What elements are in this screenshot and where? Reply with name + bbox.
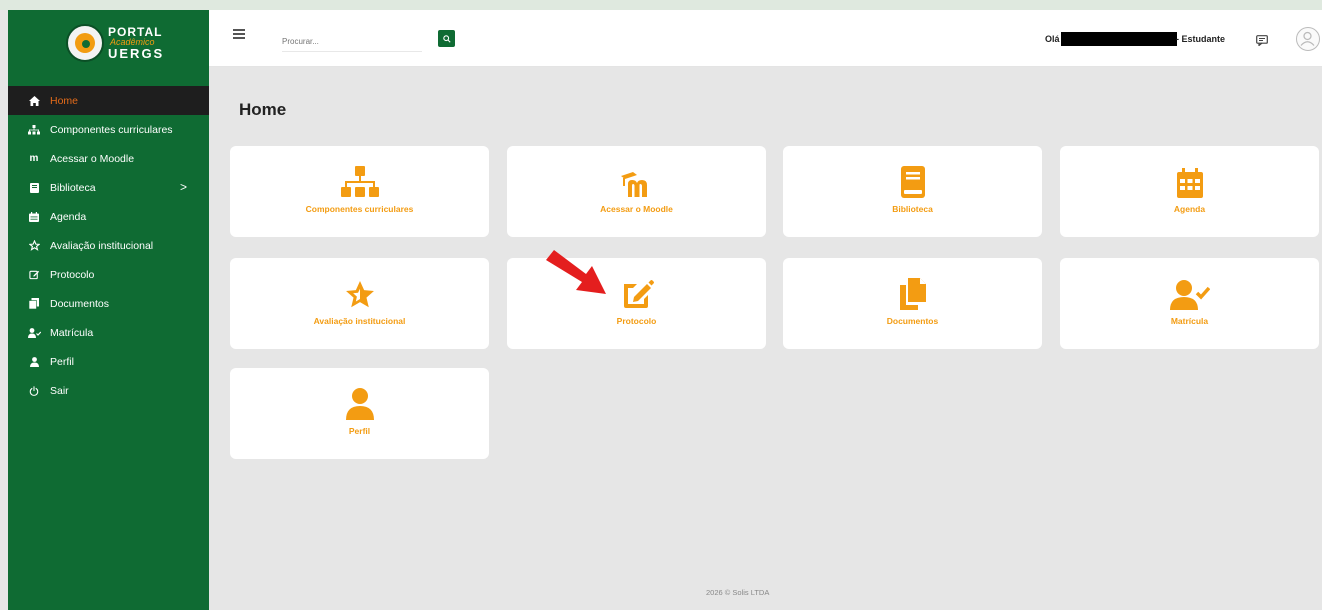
sidebar-item-moodle[interactable]: m Acessar o Moodle: [8, 144, 209, 173]
card-label: Protocolo: [616, 316, 657, 326]
calendar-icon: [27, 211, 41, 222]
power-icon: [27, 385, 41, 396]
book-icon: [900, 166, 925, 198]
star-icon: [27, 240, 41, 251]
hamburger-menu-icon[interactable]: [233, 29, 245, 39]
moodle-icon: m: [29, 153, 39, 164]
card-acessar-moodle[interactable]: Acessar o Moodle: [507, 146, 766, 237]
page-title: Home: [239, 100, 287, 119]
sidebar-item-avaliacao[interactable]: Avaliação institucional: [8, 231, 209, 260]
card-perfil[interactable]: Perfil: [230, 368, 489, 459]
documents-icon: [27, 298, 41, 309]
logo-badge-icon: [66, 24, 104, 62]
user-check-icon: [1169, 278, 1210, 310]
card-label: Perfil: [348, 426, 371, 436]
user-check-icon: [27, 327, 41, 338]
sidebar-item-label: Acessar o Moodle: [50, 152, 135, 165]
logo-text: PORTAL Acadêmico UERGS: [108, 26, 164, 60]
sitemap-icon: [27, 124, 41, 135]
sidebar-item-label: Sair: [50, 384, 69, 397]
sidebar-item-matricula[interactable]: Matrícula: [8, 318, 209, 347]
sidebar-item-label: Agenda: [50, 210, 87, 223]
card-agenda[interactable]: Agenda: [1060, 146, 1319, 237]
card-label: Acessar o Moodle: [600, 204, 673, 214]
search-icon: [442, 34, 451, 43]
edit-icon: [620, 278, 654, 310]
sidebar-item-sair[interactable]: Sair: [8, 376, 209, 405]
portal-logo[interactable]: PORTAL Acadêmico UERGS: [66, 24, 164, 62]
sidebar-item-label: Matrícula: [50, 326, 94, 339]
sitemap-icon: [340, 166, 379, 198]
footer-copyright: 2026 © Solis LTDA: [706, 588, 770, 597]
sidebar: PORTAL Acadêmico UERGS Home Componentes …: [8, 10, 209, 610]
user-role: - Estudante: [1176, 34, 1226, 44]
greeting-text: Olá: [1045, 34, 1060, 44]
documents-icon: [899, 278, 926, 310]
user-icon: [345, 388, 374, 420]
card-biblioteca[interactable]: Biblioteca: [783, 146, 1042, 237]
moodle-icon: [619, 166, 655, 198]
sidebar-nav: Home Componentes curriculares m Acessar …: [8, 86, 209, 405]
user-avatar-icon: [1300, 31, 1315, 46]
sidebar-item-label: Componentes curriculares: [50, 123, 173, 136]
edit-icon: [27, 269, 41, 280]
sidebar-item-agenda[interactable]: Agenda: [8, 202, 209, 231]
card-label: Biblioteca: [892, 204, 933, 214]
chevron-right-icon[interactable]: >: [180, 180, 187, 194]
card-label: Componentes curriculares: [305, 204, 414, 214]
card-label: Matrícula: [1170, 316, 1209, 326]
red-pointer-arrow-icon: [546, 250, 608, 301]
search-input[interactable]: [282, 32, 422, 52]
user-icon: [27, 356, 41, 367]
chat-icon[interactable]: [1256, 33, 1268, 51]
card-label: Agenda: [1173, 204, 1206, 214]
sidebar-item-biblioteca[interactable]: Biblioteca >: [8, 173, 209, 202]
top-header: Olá - Estudante: [209, 10, 1322, 67]
sidebar-item-home[interactable]: Home: [8, 86, 209, 115]
redacted-username: [1061, 32, 1177, 46]
star-icon: [344, 278, 376, 310]
sidebar-item-documentos[interactable]: Documentos: [8, 289, 209, 318]
sidebar-item-label: Protocolo: [50, 268, 95, 281]
sidebar-item-label: Documentos: [50, 297, 109, 310]
card-componentes-curriculares[interactable]: Componentes curriculares: [230, 146, 489, 237]
calendar-icon: [1176, 166, 1203, 198]
sidebar-item-componentes[interactable]: Componentes curriculares: [8, 115, 209, 144]
sidebar-item-label: Biblioteca: [50, 181, 96, 194]
card-matricula[interactable]: Matrícula: [1060, 258, 1319, 349]
card-avaliacao-institucional[interactable]: Avaliação institucional: [230, 258, 489, 349]
book-icon: [27, 182, 41, 193]
home-icon: [27, 95, 41, 106]
card-label: Avaliação institucional: [313, 316, 406, 326]
avatar[interactable]: [1296, 27, 1320, 51]
sidebar-item-label: Avaliação institucional: [50, 239, 154, 252]
sidebar-item-label: Perfil: [50, 355, 74, 368]
card-documentos[interactable]: Documentos: [783, 258, 1042, 349]
search-button[interactable]: [438, 30, 455, 47]
sidebar-item-label: Home: [50, 94, 79, 107]
logo-line-uergs: UERGS: [108, 46, 165, 61]
card-label: Documentos: [886, 316, 939, 326]
top-strip: [0, 0, 1322, 10]
sidebar-item-protocolo[interactable]: Protocolo: [8, 260, 209, 289]
sidebar-item-perfil[interactable]: Perfil: [8, 347, 209, 376]
